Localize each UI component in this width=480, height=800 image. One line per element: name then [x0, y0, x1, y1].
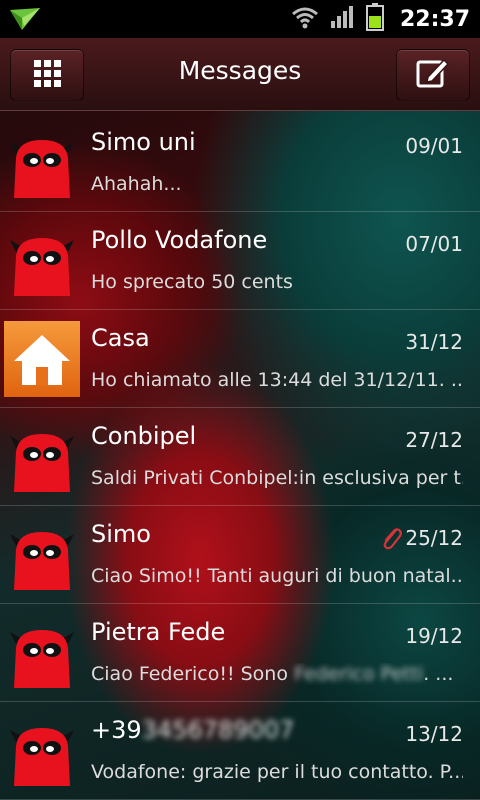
message-preview: Ciao Simo!! Tanti auguri di buon natal..…	[91, 565, 463, 587]
devil-avatar	[6, 226, 78, 298]
status-bar: 22:37	[0, 0, 480, 38]
contact-name: Pietra Fede	[91, 618, 226, 646]
conversation-row[interactable]: Simo 25/12 Ciao Simo!! Tanti auguri di b…	[0, 506, 480, 604]
devil-avatar	[6, 520, 78, 592]
contact-name: Simo	[91, 520, 151, 548]
devil-avatar	[6, 422, 78, 494]
devil-avatar	[6, 716, 78, 788]
message-preview: Ahahah...	[91, 173, 182, 195]
conversation-row[interactable]: Pollo Vodafone 07/01 Ho sprecato 50 cent…	[0, 212, 480, 310]
compose-icon	[416, 57, 450, 93]
message-preview: Saldi Privati Conbipel:in esclusiva per …	[91, 467, 463, 489]
message-date: 27/12	[405, 428, 463, 452]
battery-icon	[365, 3, 384, 35]
conversation-row[interactable]: +393456789007 13/12 Vodafone: grazie per…	[0, 702, 480, 800]
conversation-row[interactable]: Simo uni 09/01 Ahahah...	[0, 114, 480, 212]
redacted-text: Federico Petti	[294, 663, 424, 685]
paperclip-icon	[380, 526, 402, 554]
message-preview: Ciao Federico!! Sono Federico Petti. ...	[91, 663, 463, 685]
devil-avatar	[6, 618, 78, 690]
preview-text: Ciao Federico!! Sono	[91, 663, 288, 685]
conversation-row[interactable]: Pietra Fede 19/12 Ciao Federico!! Sono F…	[0, 604, 480, 702]
message-date: 31/12	[405, 330, 463, 354]
signal-icon	[330, 4, 356, 34]
contact-name: Pollo Vodafone	[91, 226, 268, 254]
wifi-icon	[290, 4, 320, 34]
message-preview: Ho sprecato 50 cents	[91, 271, 293, 293]
clock: 22:37	[399, 6, 470, 32]
contact-name: Casa	[91, 324, 150, 352]
preview-ellipsis: . ...	[423, 663, 454, 685]
contact-name: +393456789007	[91, 716, 294, 744]
conversation-row[interactable]: Casa 31/12 Ho chiamato alle 13:44 del 31…	[0, 310, 480, 408]
message-preview: Ho chiamato alle 13:44 del 31/12/11. ...	[91, 369, 463, 391]
message-preview: Vodafone: grazie per il tuo contatto. P.…	[91, 761, 463, 783]
home-avatar	[4, 321, 80, 397]
notification-icon	[8, 6, 42, 36]
devil-avatar	[6, 128, 78, 200]
message-date: 13/12	[405, 722, 463, 746]
contact-name: Conbipel	[91, 422, 197, 450]
message-date: 19/12	[405, 624, 463, 648]
message-date: 07/01	[405, 232, 463, 256]
contact-name: Simo uni	[91, 128, 196, 156]
conversation-list: Simo uni 09/01 Ahahah... Pollo Vodafone …	[0, 114, 480, 800]
message-date: 25/12	[405, 526, 463, 550]
title-bar: Messages	[0, 38, 480, 111]
redacted-number: 3456789007	[141, 716, 295, 744]
message-date: 09/01	[405, 134, 463, 158]
conversation-row[interactable]: Conbipel 27/12 Saldi Privati Conbipel:in…	[0, 408, 480, 506]
contact-name-prefix: +39	[91, 716, 142, 744]
compose-button[interactable]	[396, 49, 470, 101]
